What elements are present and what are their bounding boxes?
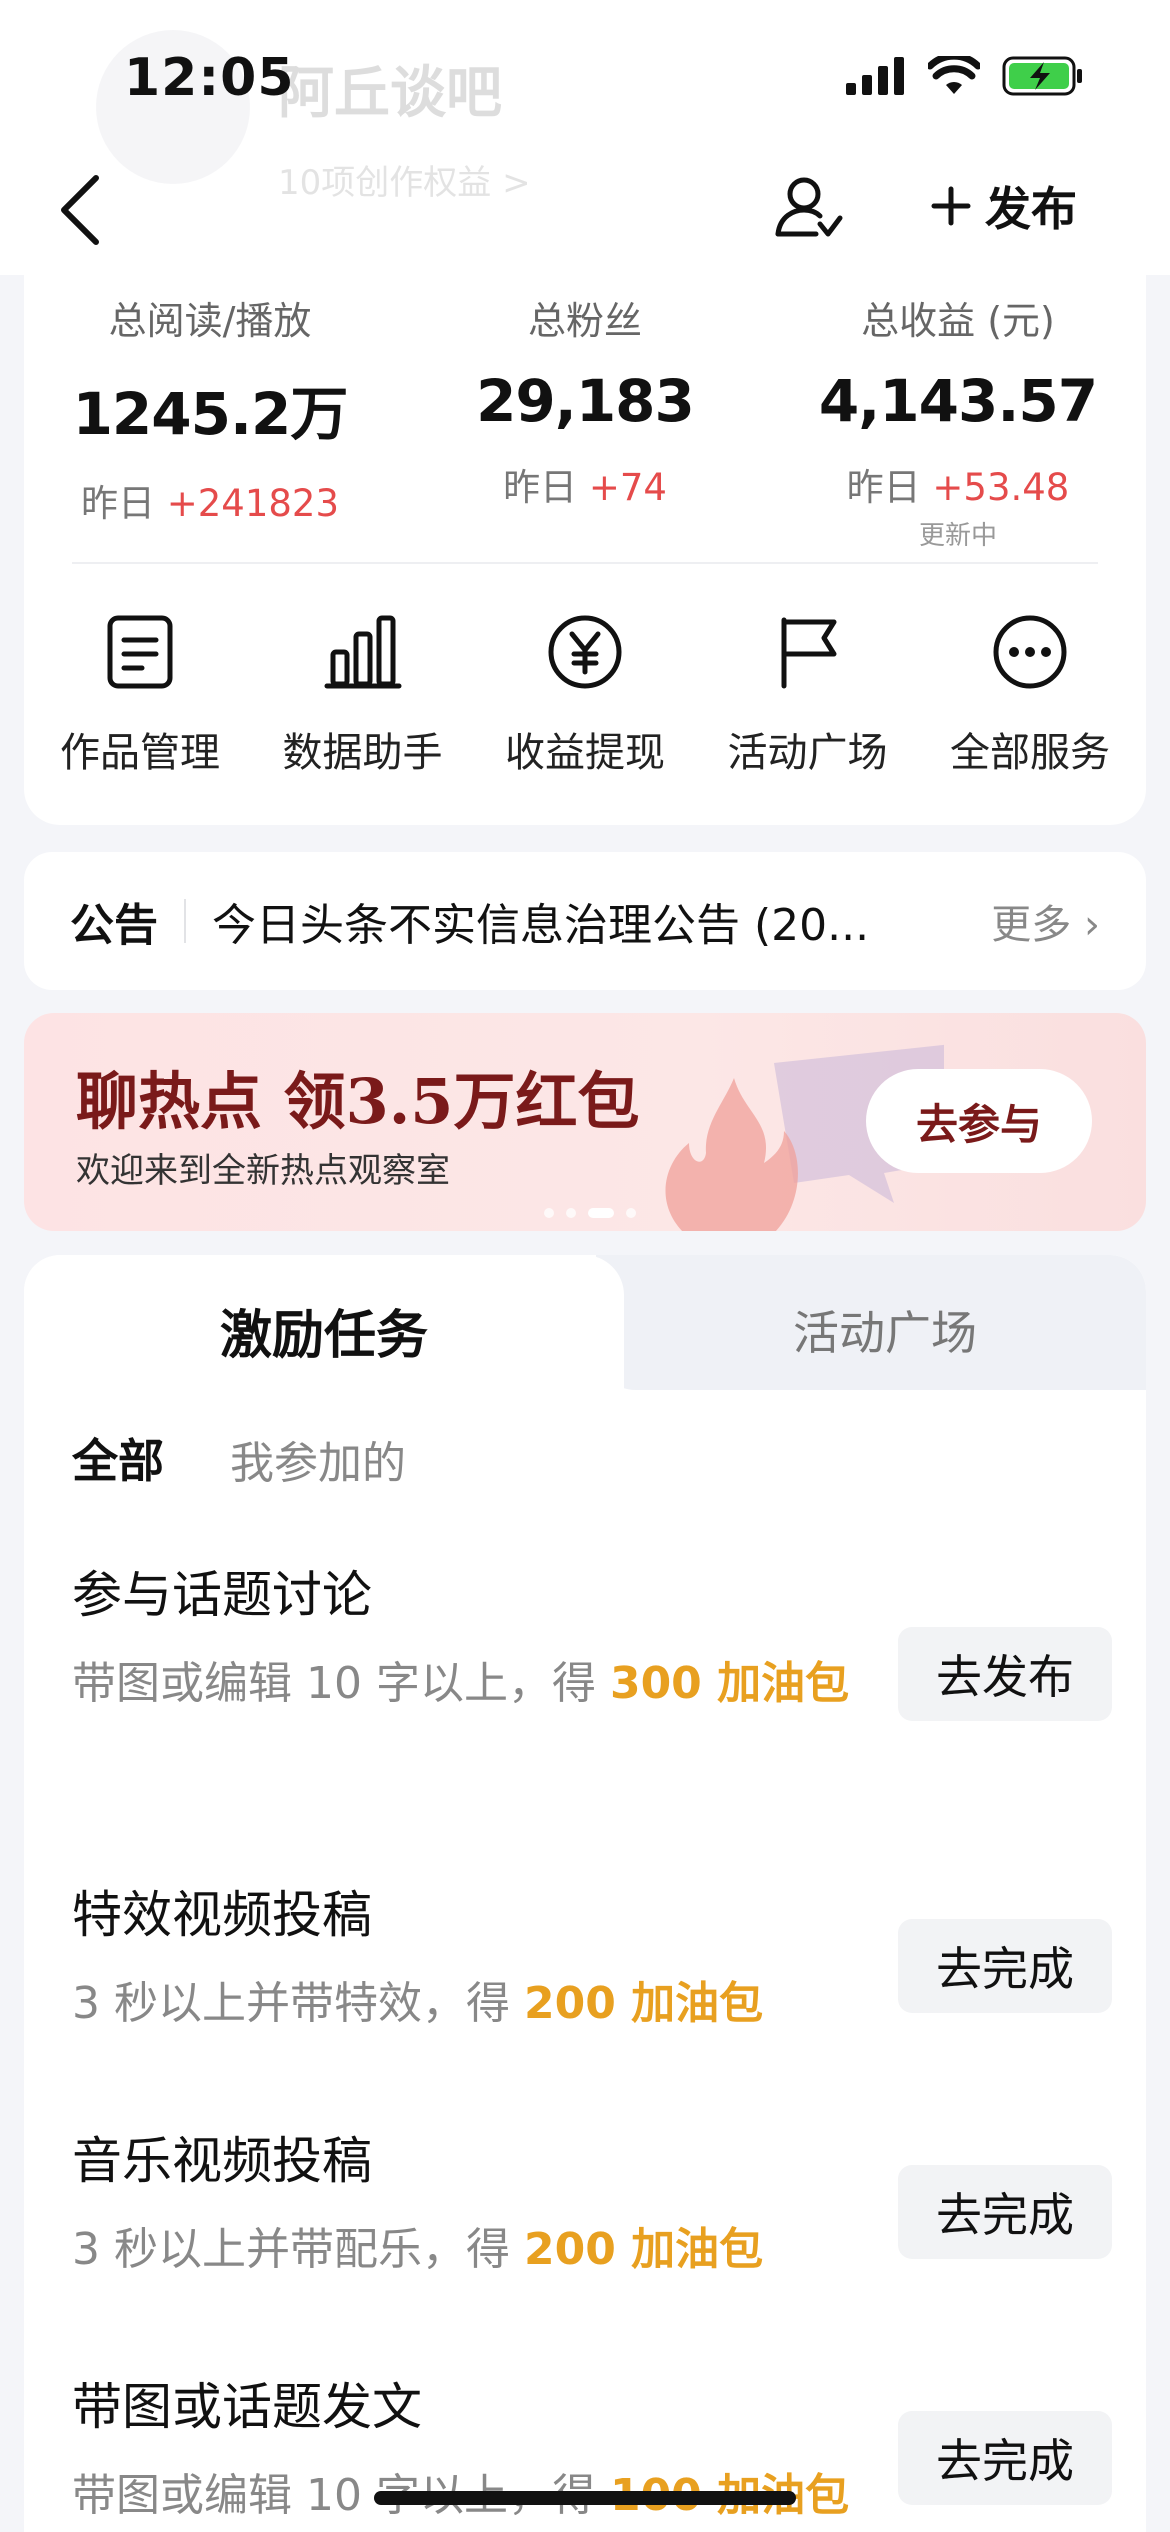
carousel-dot <box>566 1208 576 1218</box>
carousel-dot-active <box>588 1208 614 1218</box>
divider <box>184 899 186 943</box>
promo-banner[interactable]: 聊热点 领3.5万红包 欢迎来到全新热点观察室 去参与 <box>24 1013 1146 1231</box>
tool-grid: 作品管理 数据助手 收益提现 活动广场 全部服务 <box>32 612 1138 778</box>
tool-label: 数据助手 <box>282 730 443 776</box>
user-follow-icon[interactable] <box>772 172 844 244</box>
task-reward: 200 加油包 <box>523 2224 764 2275</box>
stat-value: 29,183 <box>476 367 695 435</box>
yen-icon <box>548 615 622 689</box>
join-button[interactable]: 去参与 <box>866 1069 1092 1173</box>
plus-icon <box>931 186 971 226</box>
banner-title: 聊热点 领3.5万红包 <box>76 1065 640 1138</box>
tool-works-manage[interactable]: 作品管理 <box>32 612 248 778</box>
stat-label: 总粉丝 <box>527 299 642 343</box>
tab-incentive-tasks[interactable]: 激励任务 <box>24 1293 624 1368</box>
task-item: 音乐视频投稿 3 秒以上并带配乐，得 200 加油包 去完成 <box>72 2121 1112 2287</box>
publish-label: 发布 <box>985 182 1077 236</box>
profile-rights-link: 10项创作权益 > <box>278 163 531 203</box>
tool-label: 全部服务 <box>950 730 1110 776</box>
stat-label: 总阅读/播放 <box>108 299 312 343</box>
tab-activity-square[interactable]: 活动广场 <box>624 1297 1146 1363</box>
stat-delta: 昨日 +74 <box>503 466 667 509</box>
carousel-dot <box>544 1208 554 1218</box>
home-indicator <box>374 2491 796 2505</box>
announcement-more-link[interactable]: 更多 › <box>991 892 1100 950</box>
announcement-text[interactable]: 今日头条不实信息治理公告 (20... <box>212 889 961 953</box>
task-item: 参与话题讨论 带图或编辑 10 字以上，得 300 加油包 去发布 <box>72 1555 1112 1721</box>
tool-activity-square[interactable]: 活动广场 <box>700 612 916 778</box>
tool-label: 活动广场 <box>727 730 888 776</box>
stat-total-reads[interactable]: 总阅读/播放 1245.2万 昨日 +241823 <box>25 290 395 527</box>
filter-joined[interactable]: 我参加的 <box>230 1427 406 1491</box>
back-button[interactable] <box>52 172 112 248</box>
wifi-icon <box>928 56 980 94</box>
task-action-button[interactable]: 去完成 <box>898 1919 1112 2013</box>
stat-updating-note: 更新中 <box>918 521 997 551</box>
status-icons <box>846 56 1084 96</box>
more-icon <box>993 615 1067 689</box>
status-time: 12:05 <box>124 48 295 108</box>
filter-all[interactable]: 全部 <box>72 1425 164 1491</box>
flag-icon <box>781 617 836 689</box>
task-desc: 带图或编辑 10 字以上，得 300 加油包 <box>72 1658 850 1709</box>
tool-label: 作品管理 <box>60 730 220 776</box>
signal-icon <box>846 57 904 95</box>
profile-name: 阿丘谈吧 <box>278 61 502 126</box>
stat-total-fans[interactable]: 总粉丝 29,183 昨日 +74 <box>400 290 770 511</box>
stat-value: 4,143.57 <box>818 367 1098 435</box>
battery-charging-icon <box>1002 56 1082 96</box>
stat-delta: 昨日 +241823 <box>80 482 339 525</box>
task-desc: 3 秒以上并带特效，得 200 加油包 <box>72 1978 764 2029</box>
announcement-tag: 公告 <box>70 900 158 951</box>
announcement-bar[interactable]: 公告 今日头条不实信息治理公告 (20... 更多 › <box>24 852 1146 990</box>
carousel-indicator <box>544 1208 636 1218</box>
task-reward: 200 加油包 <box>523 1978 764 2029</box>
task-desc: 3 秒以上并带配乐，得 200 加油包 <box>72 2224 764 2275</box>
publish-button[interactable]: 发布 <box>880 156 1128 256</box>
task-title: 参与话题讨论 <box>72 1566 372 1624</box>
tool-data-assistant[interactable]: 数据助手 <box>255 612 471 778</box>
task-action-button[interactable]: 去发布 <box>898 1627 1112 1721</box>
document-icon <box>107 615 173 689</box>
task-reward: 300 加油包 <box>609 1658 850 1709</box>
tool-label: 收益提现 <box>505 730 665 776</box>
stat-label: 总收益 (元) <box>861 299 1055 343</box>
banner-subtitle: 欢迎来到全新热点观察室 <box>76 1151 450 1191</box>
tool-all-services[interactable]: 全部服务 <box>922 612 1138 778</box>
stat-value: 1245.2万 <box>72 380 349 448</box>
task-action-button[interactable]: 去完成 <box>898 2411 1112 2505</box>
carousel-dot <box>626 1208 636 1218</box>
task-item: 特效视频投稿 3 秒以上并带特效，得 200 加油包 去完成 <box>72 1875 1112 2041</box>
stat-total-income[interactable]: 总收益 (元) 4,143.57 昨日 +53.48 更新中 <box>773 290 1143 552</box>
stat-delta: 昨日 +53.48 <box>846 466 1070 509</box>
task-card: 激励任务 活动广场 全部 我参加的 参与话题讨论 带图或编辑 10 字以上，得 … <box>24 1255 1146 2532</box>
bar-chart-icon <box>324 615 401 689</box>
task-item: 带图或话题发文 带图或编辑 10 字以上，得 100 加油包 去完成 <box>72 2367 1112 2532</box>
task-action-button[interactable]: 去完成 <box>898 2165 1112 2259</box>
tool-income-withdraw[interactable]: 收益提现 <box>477 612 693 778</box>
divider <box>72 562 1098 564</box>
